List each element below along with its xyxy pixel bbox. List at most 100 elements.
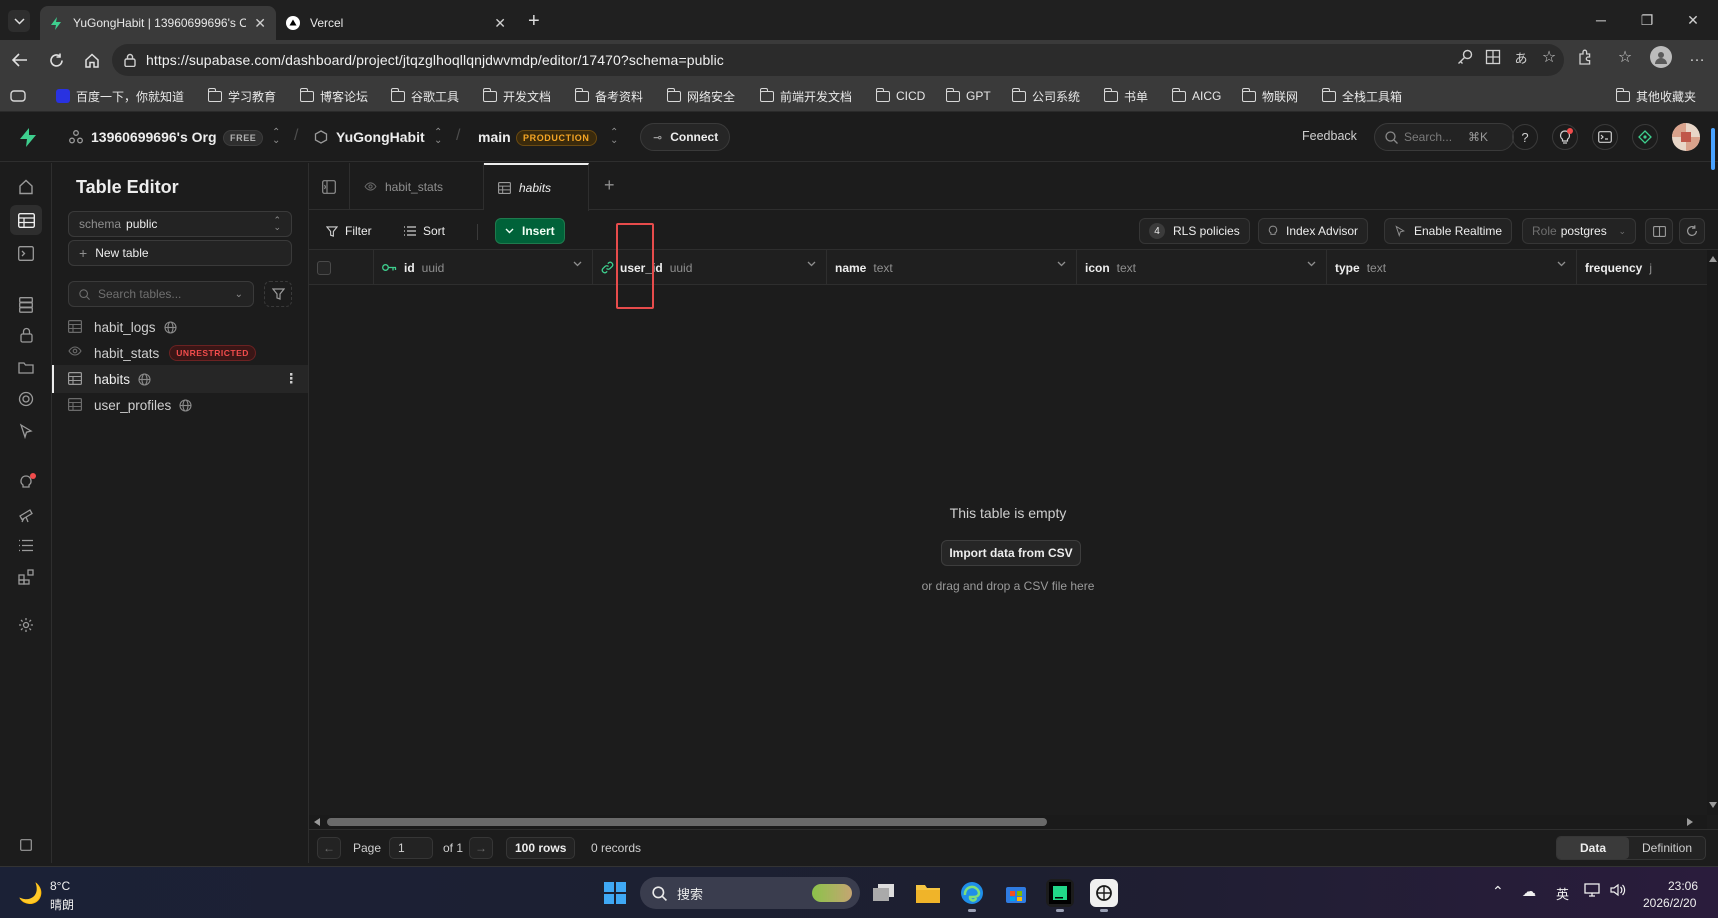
browser-tab-active[interactable]: YuGongHabit | 13960699696's Org ✕ xyxy=(40,6,276,40)
org-name[interactable]: 13960699696's Org xyxy=(91,129,217,145)
onedrive-icon[interactable]: ☁ xyxy=(1522,883,1536,900)
weather-moon-icon[interactable]: 🌙 xyxy=(18,881,43,906)
logs-list-icon[interactable] xyxy=(16,535,36,555)
scroll-right-arrow[interactable] xyxy=(1687,818,1693,826)
branch-name[interactable]: main xyxy=(478,129,511,145)
close-icon[interactable]: ✕ xyxy=(254,15,266,32)
table-editor-icon[interactable] xyxy=(10,205,42,235)
restore-button[interactable]: ❐ xyxy=(1624,0,1670,40)
network-icon[interactable] xyxy=(1584,883,1600,897)
table-item-habits[interactable]: habits ⋮ xyxy=(52,365,308,393)
connect-button[interactable]: ⊸ Connect xyxy=(640,123,730,151)
assistant-icon[interactable] xyxy=(1632,124,1658,150)
sort-button[interactable]: Sort xyxy=(395,218,454,244)
search-tables-input[interactable]: Search tables... ⌄ xyxy=(68,281,254,307)
minimize-button[interactable]: ─ xyxy=(1578,0,1624,40)
clock-time[interactable]: 23:06 xyxy=(1668,879,1698,893)
other-bookmarks[interactable]: 其他收藏夹 xyxy=(1615,87,1696,105)
show-hidden-icons[interactable]: ⌃ xyxy=(1492,883,1504,900)
sql-editor-icon[interactable] xyxy=(16,243,36,263)
chevron-down-icon[interactable] xyxy=(1557,261,1566,267)
bookmark-folder[interactable]: 书单 xyxy=(1103,87,1148,105)
bookmark-folder[interactable]: AICG xyxy=(1171,87,1221,105)
add-tab-button[interactable]: + xyxy=(604,175,615,196)
vertical-scrollbar[interactable] xyxy=(1707,250,1718,815)
bookmark-folder[interactable]: 物联网 xyxy=(1241,87,1298,105)
index-advisor-button[interactable]: Index Advisor xyxy=(1258,218,1369,244)
rls-policies-button[interactable]: 4 RLS policies xyxy=(1139,218,1250,244)
microsoft-store-icon[interactable] xyxy=(1002,879,1030,907)
feedback-button[interactable]: Feedback xyxy=(1302,129,1357,143)
translate-icon[interactable]: あ xyxy=(1512,48,1530,66)
home-icon[interactable] xyxy=(16,177,36,197)
edge-browser-icon[interactable] xyxy=(958,879,986,912)
scroll-down-arrow[interactable] xyxy=(1709,802,1717,808)
back-button[interactable] xyxy=(8,48,32,72)
page-input[interactable]: 1 xyxy=(389,837,433,859)
home-button[interactable] xyxy=(80,48,104,72)
schema-selector[interactable]: schema public ⌃ ⌄ xyxy=(68,211,292,237)
reports-telescope-icon[interactable] xyxy=(16,505,36,525)
chevron-down-icon[interactable] xyxy=(573,261,582,267)
collapse-sidebar-icon[interactable] xyxy=(16,835,36,855)
tab-habits[interactable]: habits xyxy=(484,163,589,211)
import-csv-button[interactable]: Import data from CSV xyxy=(941,540,1081,566)
reading-view-icon[interactable] xyxy=(10,87,26,105)
bookmark-folder[interactable]: 网络安全 xyxy=(666,87,735,105)
more-vertical-icon[interactable]: ⋮ xyxy=(285,371,299,387)
reload-button[interactable] xyxy=(44,48,68,72)
foreign-key-link-icon[interactable] xyxy=(601,261,614,274)
realtime-icon[interactable] xyxy=(16,421,36,441)
project-switcher-icon[interactable]: ⌃ ⌄ xyxy=(434,128,442,146)
definition-tab[interactable]: Definition xyxy=(1629,841,1705,855)
search-box[interactable]: Search... ⌘K xyxy=(1374,123,1514,151)
filter-schema-button[interactable] xyxy=(264,281,292,307)
integrations-icon[interactable] xyxy=(16,567,36,587)
chatgpt-app-icon[interactable] xyxy=(1090,879,1118,912)
bookmark-folder[interactable]: CICD xyxy=(875,87,925,105)
auth-lock-icon[interactable] xyxy=(16,325,36,345)
chevron-down-icon[interactable] xyxy=(1307,261,1316,267)
refresh-button[interactable] xyxy=(1679,218,1705,244)
window-close-button[interactable]: ✕ xyxy=(1670,0,1716,40)
column-header-frequency[interactable]: frequency j xyxy=(1577,250,1707,285)
filter-button[interactable]: Filter xyxy=(317,218,381,244)
bookmark-folder[interactable]: 公司系统 xyxy=(1011,87,1080,105)
project-name[interactable]: YuGongHabit xyxy=(336,129,425,145)
edge-functions-icon[interactable] xyxy=(16,389,36,409)
scroll-left-arrow[interactable] xyxy=(314,818,320,826)
advisors-icon[interactable] xyxy=(16,473,36,493)
rows-per-page-select[interactable]: 100 rows xyxy=(506,837,576,859)
clock-date[interactable]: 2026/2/20 xyxy=(1643,896,1696,910)
column-header-type[interactable]: type text xyxy=(1327,250,1577,285)
horizontal-scrollbar[interactable] xyxy=(309,815,1707,829)
bookmark-folder[interactable]: 学习教育 xyxy=(207,87,276,105)
view-definition-button[interactable] xyxy=(1645,218,1673,244)
file-explorer-icon[interactable] xyxy=(914,879,942,907)
column-header-icon[interactable]: icon text xyxy=(1077,250,1327,285)
bookmark-folder[interactable]: 前端开发文档 xyxy=(759,87,852,105)
bookmark-folder[interactable]: 博客论坛 xyxy=(299,87,368,105)
branch-switcher-icon[interactable]: ⌃ ⌄ xyxy=(610,128,618,146)
storage-icon[interactable] xyxy=(16,357,36,377)
settings-gear-icon[interactable] xyxy=(16,615,36,635)
supabase-logo-icon[interactable] xyxy=(19,128,37,147)
key-icon[interactable] xyxy=(1456,48,1474,66)
table-item-habit-logs[interactable]: habit_logs xyxy=(52,313,308,341)
task-view-icon[interactable] xyxy=(870,879,898,907)
volume-icon[interactable] xyxy=(1610,883,1626,897)
table-item-habit-stats[interactable]: habit_stats UNRESTRICTED xyxy=(52,339,308,367)
tab-habit-stats[interactable]: habit_stats xyxy=(350,163,484,210)
org-switcher-icon[interactable]: ⌃ ⌄ xyxy=(272,128,280,146)
start-windows-icon[interactable] xyxy=(601,879,629,907)
new-tab-button[interactable]: + xyxy=(528,10,540,33)
bookmark-folder[interactable]: 全栈工具箱 xyxy=(1321,87,1402,105)
column-header-id[interactable]: id uuid xyxy=(374,250,593,285)
profile-avatar[interactable] xyxy=(1650,46,1672,68)
more-icon[interactable]: … xyxy=(1688,48,1706,66)
user-avatar[interactable] xyxy=(1672,123,1700,151)
tab-list-button[interactable] xyxy=(8,10,30,32)
select-all-checkbox[interactable] xyxy=(317,260,331,275)
apps-icon[interactable] xyxy=(1484,48,1502,66)
column-header-name[interactable]: name text xyxy=(827,250,1077,285)
